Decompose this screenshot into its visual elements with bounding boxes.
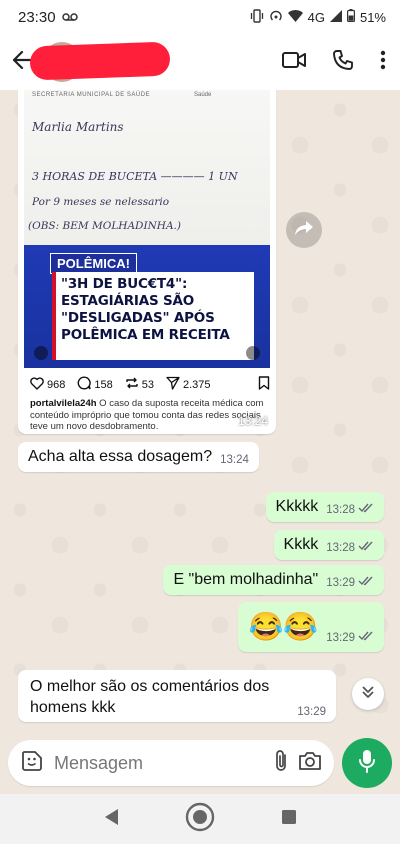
post-stats: 968 158 53 2.375 <box>30 376 270 393</box>
scroll-down-button[interactable] <box>352 678 384 710</box>
handwriting-line-1: Marlia Martins <box>32 120 124 134</box>
caption-username: portalvilela24h <box>30 398 97 409</box>
message-time: 13:24 <box>220 454 249 466</box>
comment-icon <box>77 376 92 393</box>
post-timestamp: 13:24 <box>237 414 268 428</box>
mic-icon <box>359 749 375 778</box>
double-check-icon <box>358 576 374 589</box>
share-forward-icon <box>294 220 314 241</box>
message-input[interactable] <box>54 752 264 774</box>
bookmark-icon[interactable] <box>258 376 270 393</box>
send-icon <box>166 376 180 393</box>
contact-name-redacted[interactable] <box>29 41 171 81</box>
reposts-stat: 53 <box>125 376 154 393</box>
message-in-2[interactable]: O melhor são os comentários dos homens k… <box>18 670 336 722</box>
reposts-count: 53 <box>141 378 154 391</box>
message-text: Kkkkk <box>275 498 319 515</box>
shared-post-bubble[interactable]: SECRETARIA MUNICIPAL DE SAÚDE Saúde Marl… <box>18 90 276 434</box>
paper-header-right: Saúde <box>194 92 212 98</box>
vibrate-icon <box>250 8 264 26</box>
message-text: Acha alta essa dosagem? <box>28 448 213 465</box>
message-in-1[interactable]: Acha alta essa dosagem? 13:24 <box>18 442 259 472</box>
likes-count: 968 <box>47 378 66 391</box>
attach-icon[interactable] <box>274 749 288 778</box>
message-out-1[interactable]: Kkkkk 13:28 <box>265 492 384 522</box>
battery-level: 51% <box>359 9 386 25</box>
double-check-icon <box>358 631 374 644</box>
message-input-pill[interactable] <box>8 740 334 786</box>
post-caption: portalvilela24h O caso da suposta receit… <box>30 398 270 433</box>
handwriting-line-4: (OBS: BEM MOLHADINHA.) <box>28 220 181 232</box>
message-time: 13:29 <box>297 706 326 718</box>
wifi-icon <box>287 9 303 25</box>
message-time: 13:29 <box>326 631 355 644</box>
message-time: 13:28 <box>326 541 355 554</box>
post-headline: "3H DE BUC€T4": ESTAGIÁRIAS SÃO "DESLIGA… <box>61 276 230 343</box>
message-time-wrap: 13:29 <box>326 576 374 589</box>
signal-icon <box>329 9 342 25</box>
repost-icon <box>125 376 139 393</box>
heart-icon <box>30 376 44 393</box>
forward-button[interactable] <box>286 212 322 248</box>
message-time-wrap: 13:28 <box>326 503 374 516</box>
paper-header-left: SECRETARIA MUNICIPAL DE SAÚDE <box>32 92 151 98</box>
network-type: 4G <box>307 9 325 25</box>
chevron-double-down-icon <box>361 685 375 704</box>
message-out-3[interactable]: E "bem molhadinha" 13:29 <box>163 565 384 595</box>
camera-icon[interactable] <box>298 751 322 776</box>
chat-area[interactable]: SECRETARIA MUNICIPAL DE SAÚDE Saúde Marl… <box>0 90 400 736</box>
message-out-2[interactable]: Kkkk 13:28 <box>273 530 384 560</box>
status-right: 4G 51% <box>250 8 386 26</box>
message-emoji: 😂😂 <box>248 611 319 642</box>
message-time: 13:29 <box>326 576 355 589</box>
status-bar: 23:30 4G 51% <box>0 0 400 34</box>
header-actions <box>282 49 392 76</box>
phone-icon[interactable] <box>332 49 354 76</box>
chat-header <box>0 34 400 90</box>
handwriting-line-3: Por 9 meses se nelessario <box>32 196 170 208</box>
status-time: 23:30 <box>18 8 56 26</box>
message-time: 13:28 <box>326 503 355 516</box>
battery-icon <box>346 9 355 25</box>
comments-stat: 158 <box>77 376 113 393</box>
voice-message-button[interactable] <box>342 738 392 788</box>
nav-home-icon[interactable] <box>185 802 215 837</box>
message-text: E "bem molhadinha" <box>173 571 319 588</box>
double-check-icon <box>358 541 374 554</box>
message-time-wrap: 13:28 <box>326 541 374 554</box>
profile-icon <box>34 346 48 360</box>
nav-back-icon[interactable] <box>103 808 119 831</box>
hotspot-icon <box>269 9 283 26</box>
voicemail-icon <box>61 9 78 26</box>
nav-recents-icon[interactable] <box>281 809 297 830</box>
shares-stat: 2.375 <box>166 376 211 393</box>
status-left: 23:30 <box>18 9 78 26</box>
message-time-wrap: 13:29 <box>326 631 374 644</box>
likes-stat: 968 <box>30 376 66 393</box>
headline-box: "3H DE BUC€T4": ESTAGIÁRIAS SÃO "DESLIGA… <box>52 272 254 360</box>
shares-count: 2.375 <box>182 378 211 391</box>
comments-count: 158 <box>94 378 113 391</box>
sticker-icon[interactable] <box>20 749 44 778</box>
message-out-4[interactable]: 😂😂 13:29 <box>238 602 384 652</box>
video-call-icon[interactable] <box>282 51 306 74</box>
handwriting-line-2: 3 HORAS DE BUCETA ———— 1 UN <box>32 170 238 183</box>
menu-dots-icon[interactable] <box>380 50 386 75</box>
message-text: Kkkk <box>283 536 319 553</box>
system-nav-bar <box>0 794 400 844</box>
mute-icon[interactable] <box>246 346 260 360</box>
post-image[interactable]: SECRETARIA MUNICIPAL DE SAÚDE Saúde Marl… <box>24 90 270 368</box>
double-check-icon <box>358 503 374 516</box>
polemica-tag: POLÊMICA! <box>50 253 137 274</box>
message-text: O melhor são os comentários dos homens k… <box>30 678 270 716</box>
message-composer <box>0 736 400 790</box>
